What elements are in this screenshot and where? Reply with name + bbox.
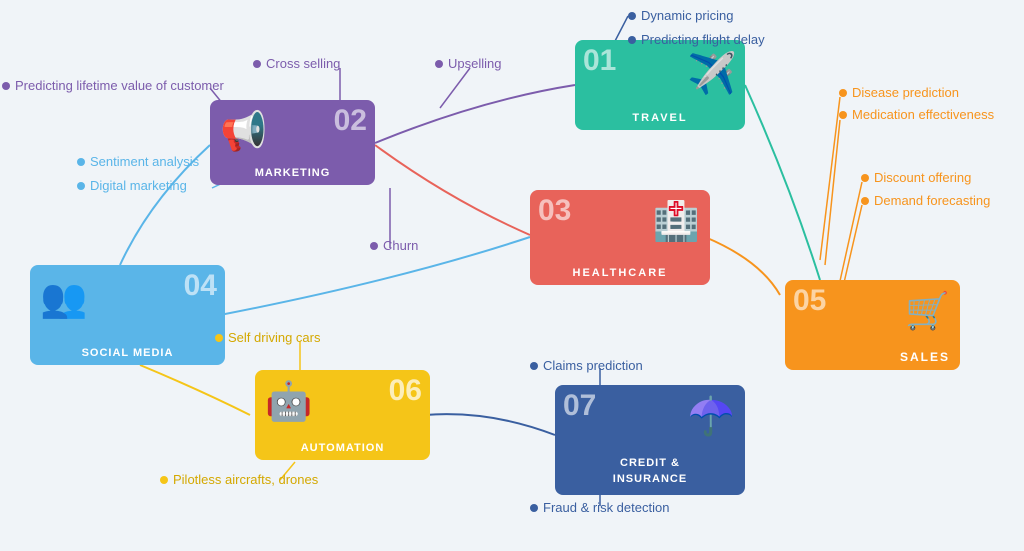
digital-marketing-text: Digital marketing (90, 178, 187, 193)
category-healthcare: 03 🏥 HEALTHCARE (530, 190, 710, 285)
label-predicting-lifetime: Predicting lifetime value of customer (2, 78, 224, 93)
self-driving-dot (215, 334, 223, 342)
predicting-lifetime-text: Predicting lifetime value of customer (15, 78, 224, 93)
label-fraud-risk: Fraud & risk detection (530, 500, 669, 515)
upselling-text: Upselling (448, 56, 501, 71)
demand-text: Demand forecasting (874, 193, 990, 208)
healthcare-label: HEALTHCARE (573, 267, 668, 279)
demand-dot (861, 197, 869, 205)
social-number: 04 (184, 269, 217, 303)
dynamic-pricing-text: Dynamic pricing (641, 8, 733, 23)
claims-text: Claims prediction (543, 358, 643, 373)
cross-selling-dot (253, 60, 261, 68)
churn-text: Churn (383, 238, 418, 253)
healthcare-number: 03 (538, 194, 571, 228)
travel-number: 01 (583, 44, 616, 78)
medication-dot (839, 111, 847, 119)
sales-number: 05 (793, 284, 826, 318)
sales-label: SALES (900, 350, 950, 364)
category-credit: 07 ☂️ CREDIT &INSURANCE (555, 385, 745, 495)
label-pilotless: Pilotless aircrafts, drones (160, 472, 318, 487)
label-churn: Churn (370, 238, 418, 253)
discount-text: Discount offering (874, 170, 971, 185)
marketing-label: MARKETING (255, 167, 331, 179)
sentiment-dot (77, 158, 85, 166)
disease-prediction-text: Disease prediction (852, 85, 959, 100)
predicting-flight-text: Predicting flight delay (641, 32, 765, 47)
dynamic-pricing-dot (628, 12, 636, 20)
disease-prediction-dot (839, 89, 847, 97)
self-driving-text: Self driving cars (228, 330, 320, 345)
label-predicting-flight: Predicting flight delay (628, 32, 765, 47)
upselling-dot (435, 60, 443, 68)
category-marketing: 02 📢 MARKETING (210, 100, 375, 185)
predicting-lifetime-dot (2, 82, 10, 90)
category-automation: 06 🤖 AUTOMATION (255, 370, 430, 460)
claims-dot (530, 362, 538, 370)
automation-number: 06 (389, 374, 422, 408)
label-medication: Medication effectiveness (839, 107, 994, 122)
digital-marketing-dot (77, 182, 85, 190)
category-sales: 05 🛒 SALES (785, 280, 960, 370)
credit-label: CREDIT &INSURANCE (613, 456, 687, 487)
label-demand-forecasting: Demand forecasting (861, 193, 990, 208)
pilotless-text: Pilotless aircrafts, drones (173, 472, 318, 487)
label-upselling: Upselling (435, 56, 501, 71)
label-self-driving: Self driving cars (215, 330, 320, 345)
label-dynamic-pricing: Dynamic pricing (628, 8, 733, 23)
medication-text: Medication effectiveness (852, 107, 994, 122)
cross-selling-text: Cross selling (266, 56, 340, 71)
social-label: SOCIAL MEDIA (82, 347, 174, 359)
credit-number: 07 (563, 389, 596, 423)
label-claims-prediction: Claims prediction (530, 358, 643, 373)
fraud-text: Fraud & risk detection (543, 500, 669, 515)
predicting-flight-dot (628, 36, 636, 44)
label-discount-offering: Discount offering (861, 170, 971, 185)
fraud-dot (530, 504, 538, 512)
label-sentiment-analysis: Sentiment analysis (77, 154, 199, 169)
sentiment-text: Sentiment analysis (90, 154, 199, 169)
churn-dot (370, 242, 378, 250)
travel-label: TRAVEL (632, 112, 687, 124)
label-cross-selling: Cross selling (253, 56, 340, 71)
pilotless-dot (160, 476, 168, 484)
category-travel: 01 ✈️ TRAVEL (575, 40, 745, 130)
marketing-number: 02 (334, 104, 367, 138)
label-digital-marketing: Digital marketing (77, 178, 187, 193)
category-social: 04 👥 SOCIAL MEDIA (30, 265, 225, 365)
automation-label: AUTOMATION (301, 442, 385, 454)
discount-dot (861, 174, 869, 182)
label-disease-prediction: Disease prediction (839, 85, 959, 100)
